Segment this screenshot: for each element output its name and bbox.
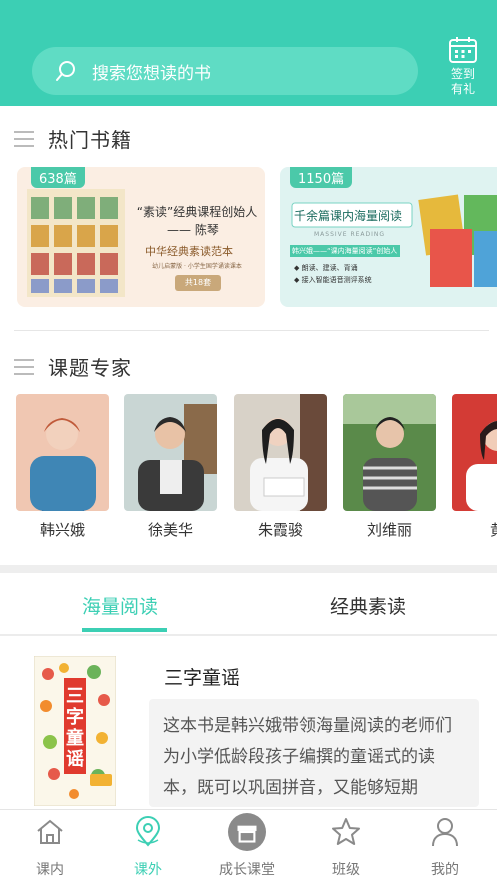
book-description: 这本书是韩兴娥带领海量阅读的老师们为小学低龄段孩子编撰的童谣式的读本，既可以巩固… [149, 699, 479, 807]
book-title[interactable]: 三字童谣 [164, 663, 240, 690]
banner-set-count: 共18套 [184, 278, 212, 287]
count-badge: 638篇 [31, 167, 85, 188]
hot-books-header: 热门书籍 [14, 124, 132, 153]
search-icon [56, 61, 75, 81]
expert-photo [16, 394, 109, 511]
nav-label: 课内 [36, 862, 64, 878]
expert-card[interactable]: 黄 [452, 394, 497, 540]
book-banner[interactable]: 1150篇 千余篇课内海量阅读 MASSIVE READING 韩兴娥——“课内… [280, 167, 497, 307]
nav-item-classroom[interactable]: 课内 [10, 810, 90, 883]
nav-label: 课外 [134, 862, 162, 878]
search-placeholder: 搜索您想读的书 [92, 63, 211, 84]
expert-photo [343, 394, 436, 511]
experts-carousel[interactable]: 韩兴娥 徐美华 朱霞骏 刘维丽 黄 [16, 394, 497, 544]
experts-header: 课题专家 [14, 352, 132, 381]
person-icon [432, 818, 458, 847]
banner-author: —— 陈琴 [167, 223, 219, 237]
store-icon [228, 813, 266, 851]
expert-name: 徐美华 [147, 521, 193, 539]
banner-headline: “素读”经典课程创始人 [136, 205, 258, 219]
nav-label: 成长课堂 [219, 862, 275, 878]
location-pin-icon [135, 816, 161, 847]
active-tab-indicator [82, 628, 167, 632]
section-divider [14, 330, 489, 331]
expert-photo [124, 394, 217, 511]
nav-label: 我的 [431, 862, 459, 878]
section-title: 课题专家 [48, 356, 132, 380]
expert-card[interactable]: 朱霞骏 [234, 394, 327, 540]
star-icon [332, 818, 360, 845]
banner-bullet: ◆ 朗读、建读、背诵 [294, 264, 358, 272]
checkin-label: 签到有礼 [450, 67, 475, 96]
banner-subtitle: 中华经典素读范本 [145, 245, 233, 258]
list-icon [14, 130, 34, 147]
top-header: 搜索您想读的书 签到有礼 [0, 0, 497, 106]
book-cover[interactable]: 三字童谣 [33, 655, 117, 807]
banner-bullet: ◆ 接入智能语音测评系统 [294, 276, 372, 284]
expert-name: 刘维丽 [366, 521, 412, 539]
section-separator [0, 565, 497, 573]
banner-founder: 韩兴娥——“课内海量阅读”创始人 [292, 247, 398, 255]
checkin-button[interactable]: 签到有礼 [438, 36, 488, 102]
banner-eng: MASSIVE READING [314, 231, 386, 238]
book-cover-title: 三字童谣 [66, 686, 84, 770]
book-stack-illustration [290, 194, 497, 287]
search-bar[interactable]: 搜索您想读的书 [32, 47, 418, 95]
expert-card[interactable]: 刘维丽 [343, 394, 436, 540]
expert-card[interactable]: 韩兴娥 [16, 394, 109, 540]
nav-item-profile[interactable]: 我的 [405, 810, 485, 883]
expert-name: 韩兴娥 [39, 521, 85, 539]
expert-photo [234, 394, 327, 511]
house-icon [37, 819, 63, 844]
nav-item-extracurricular[interactable]: 课外 [108, 810, 188, 883]
nav-item-class[interactable]: 班级 [306, 810, 386, 883]
banner-note: 幼儿启蒙版 · 小学生国学诵读课本 [152, 263, 242, 270]
count-badge: 1150篇 [290, 167, 353, 188]
calendar-icon [449, 37, 477, 63]
bottom-navigation: 课内 课外 成长课堂 班级 我的 [0, 809, 497, 883]
book-banner[interactable]: 638篇 “素读”经典课程创始人 —— 陈琴 中华经典素读范本 幼儿启蒙版 · … [17, 167, 265, 307]
expert-name: 朱霞骏 [257, 521, 303, 539]
expert-name: 黄 [452, 519, 497, 540]
list-icon [14, 358, 34, 375]
nav-label: 班级 [332, 862, 360, 878]
banner-headline: 千余篇课内海量阅读 [294, 209, 403, 223]
tab-mass-reading[interactable]: 海量阅读 [82, 592, 158, 619]
tabs-divider [0, 634, 497, 636]
tab-classic-reading[interactable]: 经典素读 [330, 592, 406, 619]
nav-item-growth-class[interactable]: 成长课堂 [207, 810, 287, 883]
expert-card[interactable]: 徐美华 [124, 394, 217, 540]
book-set-illustration [27, 189, 221, 297]
expert-photo [452, 394, 497, 511]
section-title: 热门书籍 [48, 128, 132, 152]
